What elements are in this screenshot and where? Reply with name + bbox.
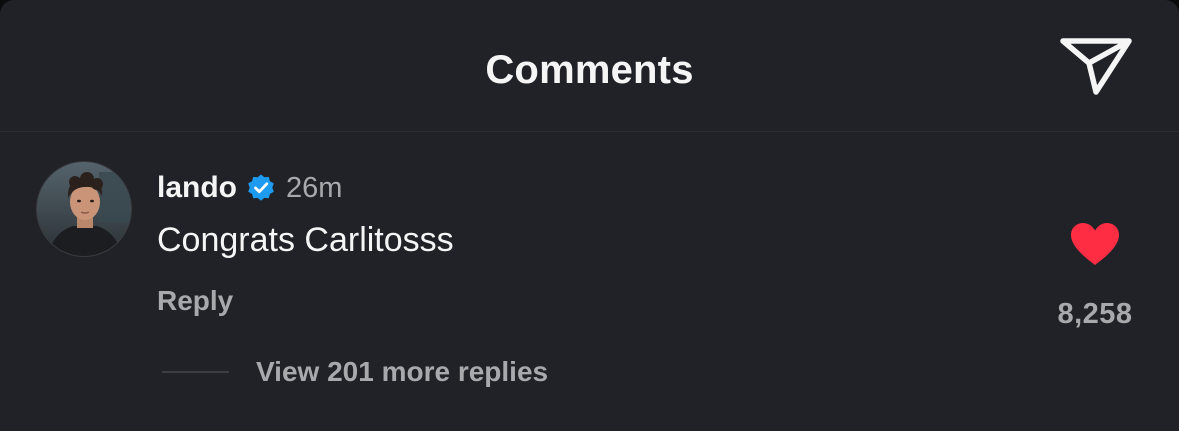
- view-replies-button[interactable]: View 201 more replies: [162, 352, 548, 392]
- comments-header: Comments: [0, 0, 1179, 132]
- page-title: Comments: [485, 48, 694, 92]
- send-icon[interactable]: [1058, 34, 1134, 98]
- comments-sheet: Comments lando 26m Congrats Carlitosss R…: [0, 0, 1179, 431]
- avatar[interactable]: [36, 161, 132, 257]
- heart-filled-icon[interactable]: [1068, 221, 1122, 267]
- comment-author-line: lando 26m: [157, 168, 342, 208]
- view-replies-label: View 201 more replies: [256, 356, 549, 387]
- replies-divider: [162, 371, 229, 373]
- verified-badge-icon: [248, 174, 274, 201]
- avatar-photo: [37, 162, 131, 256]
- reply-button[interactable]: Reply: [157, 282, 233, 320]
- username[interactable]: lando: [157, 168, 237, 208]
- comment-text: Congrats Carlitosss: [157, 221, 454, 259]
- comment-timestamp: 26m: [286, 172, 343, 204]
- like-count: 8,258: [1057, 298, 1133, 330]
